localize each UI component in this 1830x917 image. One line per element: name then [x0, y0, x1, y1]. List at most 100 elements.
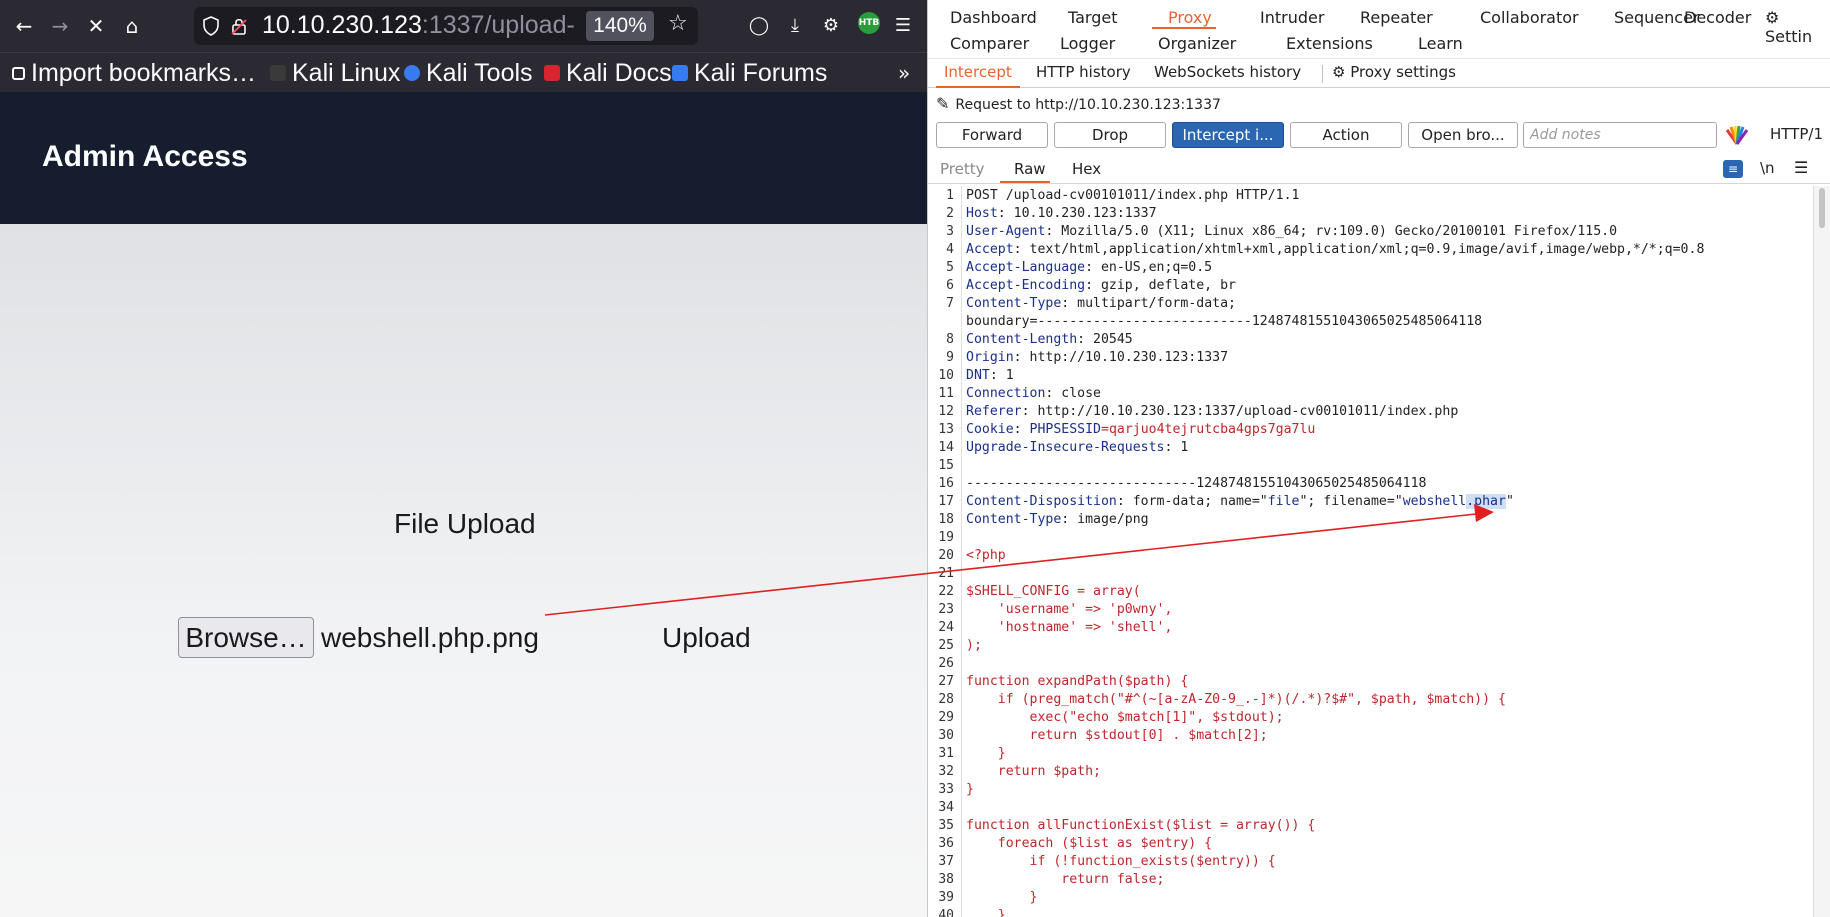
- bookmark-kali-tools[interactable]: Kali Tools: [404, 58, 533, 88]
- code-line[interactable]: }: [966, 746, 1006, 761]
- code-line[interactable]: $SHELL_CONFIG = array(: [966, 584, 1141, 599]
- request-editor[interactable]: 1 POST /upload-cv00101011/index.php HTTP/…: [928, 186, 1813, 917]
- code-line[interactable]: function allFunctionExist($list = array(…: [966, 818, 1315, 833]
- insecure-lock-icon[interactable]: [230, 16, 248, 36]
- view-tab-pretty[interactable]: Pretty: [940, 160, 985, 178]
- code-line[interactable]: 'hostname' => 'shell',: [966, 620, 1173, 635]
- downloads-icon[interactable]: ⤓: [782, 12, 808, 38]
- code-line[interactable]: if (!function_exists($entry)) {: [966, 854, 1276, 869]
- code-line[interactable]: Connection: close: [966, 386, 1101, 401]
- code-line[interactable]: Content-Disposition: form-data; name="fi…: [966, 494, 1514, 509]
- code-line[interactable]: boundary=---------------------------1248…: [966, 314, 1482, 329]
- tab-extensions[interactable]: Extensions: [1286, 34, 1373, 58]
- tab-learn[interactable]: Learn: [1418, 34, 1463, 58]
- action-button[interactable]: Action: [1290, 122, 1402, 148]
- extensions-icon[interactable]: ⚙: [818, 12, 844, 38]
- code-token: return $path;: [966, 764, 1101, 779]
- tab-logger[interactable]: Logger: [1060, 34, 1115, 58]
- word-wrap-icon[interactable]: ≡: [1723, 160, 1743, 178]
- code-line[interactable]: User-Agent: Mozilla/5.0 (X11; Linux x86_…: [966, 224, 1617, 239]
- code-line[interactable]: POST /upload-cv00101011/index.php HTTP/1…: [966, 188, 1299, 203]
- code-line[interactable]: -----------------------------12487481551…: [966, 476, 1427, 491]
- code-line[interactable]: Accept-Language: en-US,en;q=0.5: [966, 260, 1212, 275]
- code-line[interactable]: Origin: http://10.10.230.123:1337: [966, 350, 1228, 365]
- htb-extension-icon[interactable]: HTB: [858, 12, 880, 34]
- hamburger-menu-icon[interactable]: ☰: [890, 12, 916, 38]
- code-line[interactable]: DNT: 1: [966, 368, 1014, 383]
- chevron-right-icon[interactable]: »: [898, 61, 910, 85]
- url-text[interactable]: 10.10.230.123:1337/upload-: [262, 11, 582, 40]
- bookmark-kali-docs[interactable]: Kali Docs: [544, 58, 672, 88]
- code-line[interactable]: Content-Length: 20545: [966, 332, 1133, 347]
- tab-intruder[interactable]: Intruder: [1260, 8, 1324, 32]
- code-line[interactable]: return $stdout[0] . $match[2];: [966, 728, 1268, 743]
- tab-collaborator[interactable]: Collaborator: [1480, 8, 1579, 32]
- view-tab-raw[interactable]: Raw: [1014, 160, 1046, 178]
- highlight-color-icon[interactable]: [1724, 124, 1750, 146]
- code-line[interactable]: if (preg_match("#^(~[a-zA-Z0-9_.-]*)(/.*…: [966, 692, 1506, 707]
- code-line[interactable]: Content-Type: image/png: [966, 512, 1149, 527]
- code-line[interactable]: Accept: text/html,application/xhtml+xml,…: [966, 242, 1704, 257]
- back-icon[interactable]: ←: [8, 10, 40, 42]
- subtab-websockets-history[interactable]: WebSockets history: [1154, 63, 1301, 81]
- bookmark-kali-forums[interactable]: Kali Forums: [672, 58, 827, 88]
- tab-dashboard[interactable]: Dashboard: [950, 8, 1037, 32]
- forward-button[interactable]: Forward: [936, 122, 1048, 148]
- browse-button[interactable]: Browse…: [178, 617, 314, 658]
- code-line[interactable]: Accept-Encoding: gzip, deflate, br: [966, 278, 1236, 293]
- url-host: 10.10.230.123: [262, 11, 422, 39]
- subtab-intercept[interactable]: Intercept: [944, 63, 1012, 81]
- code-token: Connection: [966, 386, 1046, 401]
- shield-icon[interactable]: [202, 16, 220, 36]
- tab-target[interactable]: Target: [1068, 8, 1118, 32]
- code-line[interactable]: function expandPath($path) {: [966, 674, 1188, 689]
- intercept-toggle-button[interactable]: Intercept i...: [1172, 122, 1284, 148]
- zoom-level-badge[interactable]: 140%: [586, 11, 654, 41]
- line-number: 34: [938, 800, 954, 815]
- tab-comparer[interactable]: Comparer: [950, 34, 1029, 58]
- proxy-settings-button[interactable]: ⚙ Proxy settings: [1332, 63, 1456, 81]
- url-bar[interactable]: 10.10.230.123:1337/upload- 140% ☆: [194, 7, 698, 45]
- notes-input[interactable]: Add notes: [1523, 122, 1717, 148]
- code-line[interactable]: 'username' => 'p0wny',: [966, 602, 1173, 617]
- code-token: : 10.10.230.123:1337: [997, 206, 1157, 221]
- drop-button[interactable]: Drop: [1054, 122, 1166, 148]
- open-browser-button[interactable]: Open bro...: [1408, 122, 1518, 148]
- show-newlines-toggle[interactable]: \n: [1760, 159, 1775, 177]
- editor-menu-icon[interactable]: ☰: [1794, 158, 1808, 177]
- code-line[interactable]: }: [966, 908, 1006, 917]
- code-line[interactable]: Host: 10.10.230.123:1337: [966, 206, 1157, 221]
- tab-settings[interactable]: ⚙ Settin: [1765, 8, 1830, 46]
- code-token: Content-Length: [966, 332, 1078, 347]
- stop-loading-icon[interactable]: ✕: [80, 10, 112, 42]
- code-line[interactable]: foreach ($list as $entry) {: [966, 836, 1212, 851]
- view-tab-hex[interactable]: Hex: [1072, 160, 1101, 178]
- code-line[interactable]: Referer: http://10.10.230.123:1337/uploa…: [966, 404, 1458, 419]
- code-line[interactable]: return $path;: [966, 764, 1101, 779]
- http-version-label[interactable]: HTTP/1: [1770, 125, 1823, 143]
- code-line[interactable]: Upgrade-Insecure-Requests: 1: [966, 440, 1188, 455]
- bookmark-kali-linux[interactable]: Kali Linux: [270, 58, 400, 88]
- code-line[interactable]: <?php: [966, 548, 1006, 563]
- tab-repeater[interactable]: Repeater: [1360, 8, 1433, 32]
- code-line[interactable]: exec("echo $match[1]", $stdout);: [966, 710, 1284, 725]
- code-token: : close: [1045, 386, 1101, 401]
- subtab-http-history[interactable]: HTTP history: [1036, 63, 1131, 81]
- code-line[interactable]: }: [966, 890, 1038, 905]
- code-line[interactable]: }: [966, 782, 974, 797]
- code-line[interactable]: Cookie: PHPSESSID=qarjuo4tejrutcba4gps7g…: [966, 422, 1315, 437]
- scrollbar-thumb[interactable]: [1819, 188, 1825, 228]
- code-line[interactable]: Content-Type: multipart/form-data;: [966, 296, 1236, 311]
- home-icon[interactable]: ⌂: [116, 10, 148, 42]
- pencil-icon[interactable]: ✎: [936, 94, 949, 113]
- tab-decoder[interactable]: Decoder: [1684, 8, 1751, 32]
- upload-button[interactable]: Upload: [662, 622, 751, 654]
- code-line[interactable]: );: [966, 638, 982, 653]
- tab-organizer[interactable]: Organizer: [1158, 34, 1236, 58]
- bookmark-import[interactable]: Import bookmarks…: [12, 58, 256, 88]
- bookmark-star-icon[interactable]: ☆: [668, 11, 688, 36]
- pocket-icon[interactable]: ◯: [746, 12, 772, 38]
- code-line[interactable]: return false;: [966, 872, 1164, 887]
- editor-scrollbar[interactable]: [1813, 186, 1830, 917]
- forward-icon[interactable]: →: [44, 10, 76, 42]
